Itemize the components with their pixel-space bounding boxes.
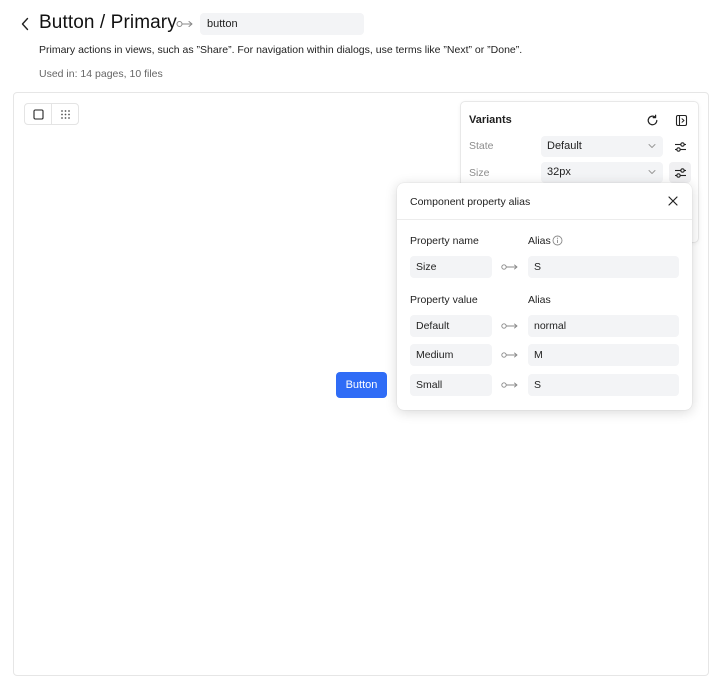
info-icon <box>552 235 563 246</box>
panel-toggle-icon <box>675 114 687 126</box>
reset-icon <box>647 114 657 125</box>
alias-header-label: Alias <box>528 235 551 247</box>
link-arrow-icon <box>501 264 518 270</box>
view-toggle <box>24 103 79 125</box>
back-button[interactable] <box>16 13 34 35</box>
state-select-value: Default <box>547 140 582 152</box>
page-header: Button / Primary Primary actions in view… <box>0 0 723 92</box>
frame-icon <box>33 108 44 120</box>
toggle-panel-button[interactable] <box>672 111 690 129</box>
value-name-field-default: Default <box>410 315 492 337</box>
value-name-field-medium: Medium <box>410 344 492 366</box>
value-alias-input-small[interactable] <box>528 374 679 396</box>
state-label: State <box>469 140 494 152</box>
link-arrow-icon <box>501 323 518 329</box>
state-alias-button[interactable] <box>669 136 691 157</box>
frame-view-button[interactable] <box>25 104 51 124</box>
chevron-down-icon <box>648 144 656 148</box>
value-alias-input-default[interactable] <box>528 315 679 337</box>
alias-header: Alias <box>528 235 563 247</box>
property-name-field: Size <box>410 256 492 278</box>
popover-title: Component property alias <box>410 196 531 208</box>
sliders-icon <box>674 141 686 152</box>
size-select-value: 32px <box>547 166 571 178</box>
value-alias-header: Alias <box>528 294 551 306</box>
component-description: Primary actions in views, such as ”Share… <box>39 44 523 56</box>
size-alias-button[interactable] <box>669 162 691 183</box>
property-name-header: Property name <box>410 235 479 247</box>
property-alias-input[interactable] <box>528 256 679 278</box>
chevron-down-icon <box>648 170 656 174</box>
page-title: Button / Primary <box>39 12 177 33</box>
grid-view-button[interactable] <box>51 104 78 124</box>
component-alias-input[interactable] <box>200 13 364 35</box>
preview-primary-button[interactable]: Button <box>336 372 387 398</box>
close-popover-button[interactable] <box>665 193 681 209</box>
reset-variants-button[interactable] <box>643 111 661 129</box>
size-select[interactable]: 32px <box>541 162 663 183</box>
popover-divider <box>397 219 692 220</box>
property-value-header: Property value <box>410 294 478 306</box>
chevron-left-icon <box>21 17 29 31</box>
link-arrow-icon <box>501 382 518 388</box>
value-alias-input-medium[interactable] <box>528 344 679 366</box>
sliders-icon <box>674 167 686 178</box>
link-arrow-icon <box>176 21 193 27</box>
grid-dots-icon <box>60 109 70 119</box>
variants-title: Variants <box>469 114 512 126</box>
close-icon <box>668 196 678 206</box>
usage-info: Used in: 14 pages, 10 files <box>39 68 163 80</box>
property-alias-popover: Component property alias Property name A… <box>397 183 692 410</box>
value-name-field-small: Small <box>410 374 492 396</box>
link-arrow-icon <box>501 352 518 358</box>
size-label: Size <box>469 167 490 179</box>
state-select[interactable]: Default <box>541 136 663 157</box>
